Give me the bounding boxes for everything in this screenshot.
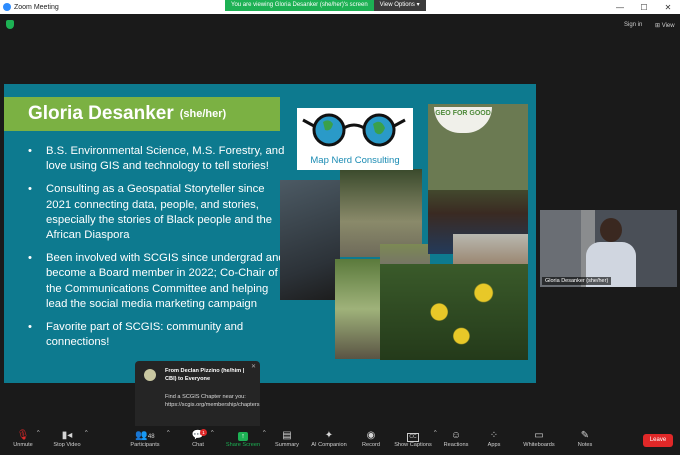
participants-label: Participants [130, 442, 160, 448]
map-nerd-logo-text: Map Nerd Consulting [310, 155, 400, 166]
chat-notification-header: From Declan Pizzino (he/him | CBI) to Ev… [165, 368, 245, 382]
whiteboards-button[interactable]: ▭ Whiteboards [519, 430, 559, 448]
whiteboard-icon: ▭ [534, 430, 544, 441]
whiteboards-label: Whiteboards [523, 442, 555, 448]
slide-bullet: Been involved with SCGIS since undergrad… [28, 251, 288, 312]
unmute-label: Unmute [13, 442, 33, 448]
notes-icon: ✎ [580, 430, 590, 441]
share-screen-icon: ↑ [224, 430, 262, 442]
sign-in-link[interactable]: Sign in [624, 22, 642, 28]
video-camera-icon: ▮◂ [61, 430, 73, 441]
leave-button[interactable]: Leave [643, 434, 673, 447]
captions-chevron-icon[interactable]: ^ [434, 430, 437, 436]
slide-bullets: B.S. Environmental Science, M.S. Forestr… [28, 144, 288, 358]
chat-label: Chat [192, 442, 204, 448]
encryption-shield-icon[interactable] [6, 20, 14, 29]
summary-button[interactable]: ▤ Summary [272, 430, 302, 448]
view-label: View [661, 23, 675, 29]
maximize-icon[interactable]: ☐ [632, 3, 656, 12]
notes-button[interactable]: ✎ Notes [574, 430, 596, 448]
laptop-photo [280, 180, 340, 300]
ai-companion-button[interactable]: ✦ AI Companion [308, 430, 350, 448]
record-label: Record [361, 442, 381, 448]
reactions-label: Reactions [443, 442, 469, 448]
share-screen-button[interactable]: ↑ Share Screen [224, 430, 262, 448]
share-banner: You are viewing Gloria Desanker (she/her… [225, 0, 426, 11]
captions-icon: CC [407, 433, 419, 442]
slide-name: Gloria Desanker [28, 103, 174, 124]
reactions-icon: ☺ [450, 430, 462, 441]
meeting-toolbar: 🎙 Unmute ^ ▮◂ Stop Video ^ 👥48 Participa… [0, 426, 680, 455]
share-screen-label: Share Screen [225, 442, 261, 448]
participants-chevron-icon[interactable]: ^ [167, 430, 170, 436]
participant-figure [600, 218, 622, 242]
chat-button[interactable]: 💬 1 Chat [186, 429, 210, 448]
minimize-icon[interactable]: — [608, 3, 632, 12]
globe-glasses-icon [302, 113, 406, 147]
shared-slide: Gloria Desanker (she/her) B.S. Environme… [4, 84, 536, 383]
reactions-button[interactable]: ☺ Reactions [441, 430, 471, 448]
participant-video-tile[interactable]: Gloria Desanker (she/her) [540, 210, 677, 287]
chat-notification[interactable]: ✕ From Declan Pizzino (he/him | CBI) to … [135, 361, 260, 435]
chat-chevron-icon[interactable]: ^ [211, 430, 214, 436]
apps-label: Apps [487, 442, 501, 448]
share-banner-message: You are viewing Gloria Desanker (she/her… [225, 0, 374, 11]
share-options-chevron-icon[interactable]: ^ [263, 430, 266, 436]
summary-label: Summary [275, 442, 299, 448]
view-button[interactable]: ⊞ View [655, 22, 675, 29]
stop-video-button[interactable]: ▮◂ Stop Video [50, 430, 84, 448]
notes-label: Notes [577, 442, 593, 448]
slide-name-bar: Gloria Desanker (she/her) [4, 97, 280, 131]
stop-video-label: Stop Video [53, 442, 81, 448]
trail-photo [335, 259, 380, 359]
zoom-app-icon [3, 3, 11, 11]
record-icon: ◉ [366, 430, 376, 441]
muted-microphone-icon: 🎙 [16, 430, 30, 441]
meeting-area: Sign in ⊞ View Gloria Desanker (she/her)… [0, 14, 680, 435]
close-icon[interactable]: ✕ [656, 3, 680, 12]
chat-bubble-icon: 💬 1 [186, 429, 210, 442]
view-options-label: View Options [379, 2, 415, 8]
participants-button[interactable]: 👥48 Participants [126, 430, 164, 448]
geo-for-good-photo: GEO FOR GOOD [428, 104, 528, 190]
slide-pronouns: (she/her) [179, 108, 227, 120]
unmute-button[interactable]: 🎙 Unmute [10, 430, 36, 448]
geo-for-good-badge: GEO FOR GOOD [434, 107, 492, 133]
slide-bullet: Consulting as a Geospatial Storyteller s… [28, 182, 288, 243]
apps-icon: ⁘ [489, 430, 499, 441]
participants-icon: 👥48 [135, 430, 155, 441]
apps-button[interactable]: ⁘ Apps [483, 430, 505, 448]
ai-companion-label: AI Companion [311, 442, 347, 448]
participants-count: 48 [147, 434, 155, 440]
record-button[interactable]: ◉ Record [357, 430, 385, 448]
summary-icon: ▤ [282, 430, 292, 441]
slide-bullet: B.S. Environmental Science, M.S. Forestr… [28, 144, 288, 174]
show-captions-label: Show Captions [394, 442, 432, 448]
participant-name-label: Gloria Desanker (she/her) [542, 277, 612, 285]
map-nerd-logo: Map Nerd Consulting [297, 108, 413, 170]
ai-sparkle-icon: ✦ [324, 430, 334, 441]
video-options-chevron-icon[interactable]: ^ [85, 430, 88, 436]
flowers-photo [380, 264, 528, 360]
show-captions-button[interactable]: CC Show Captions [392, 430, 434, 448]
audio-options-chevron-icon[interactable]: ^ [37, 430, 40, 436]
chat-unread-badge: 1 [200, 429, 207, 436]
slide-bullet: Favorite part of SCGIS: community and co… [28, 320, 288, 350]
chat-notification-message: Find a SCGIS Chapter near you: https://s… [165, 394, 260, 408]
view-options-button[interactable]: View Options ▾ [373, 0, 426, 11]
chat-avatar-icon [144, 369, 156, 381]
